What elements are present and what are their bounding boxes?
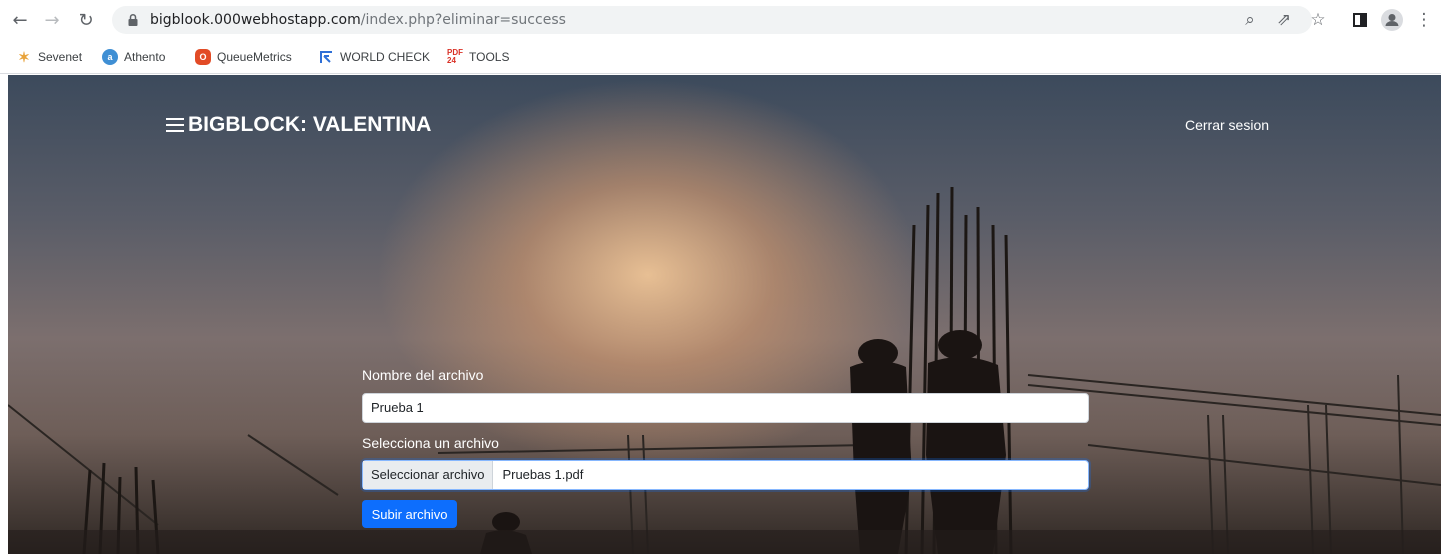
- bookmarks-bar: ✶ Sevenet a Athento O QueueMetrics WORLD…: [0, 40, 1441, 74]
- file-name-label: Nombre del archivo: [362, 367, 484, 383]
- hamburger-menu-icon[interactable]: [166, 116, 186, 134]
- upload-form: Nombre del archivo Prueba 1 Selecciona u…: [362, 367, 1090, 528]
- side-panel-shape: [1353, 13, 1367, 27]
- bookmark-label: TOOLS: [469, 50, 510, 64]
- bookmark-label: Sevenet: [38, 50, 83, 64]
- bookmark-tools[interactable]: PDF 24 TOOLS: [447, 48, 509, 66]
- athento-icon: a: [102, 49, 118, 65]
- choose-file-button[interactable]: Seleccionar archivo: [363, 461, 494, 489]
- side-panel-icon[interactable]: [1348, 8, 1372, 32]
- file-input[interactable]: Seleccionar archivo Pruebas 1.pdf: [362, 460, 1089, 490]
- forward-arrow-icon[interactable]: →: [40, 8, 64, 32]
- upload-button[interactable]: Subir archivo: [362, 500, 457, 528]
- lock-icon: [128, 13, 138, 26]
- bookmark-star-icon[interactable]: ☆: [1306, 8, 1330, 32]
- logout-link[interactable]: Cerrar sesion: [1185, 117, 1269, 133]
- navbar-brand[interactable]: BIGBLOCK: VALENTINA: [166, 113, 431, 137]
- bookmark-athento[interactable]: a Athento: [102, 48, 165, 66]
- bookmark-queuemetrics[interactable]: O QueueMetrics: [195, 48, 292, 66]
- address-bar[interactable]: bigblook.000webhostapp.com/index.php?eli…: [112, 6, 1312, 34]
- file-select-label: Selecciona un archivo: [362, 435, 499, 451]
- bookmark-label: QueueMetrics: [217, 50, 292, 64]
- back-arrow-icon[interactable]: ←: [8, 8, 32, 32]
- zoom-icon[interactable]: ⌕: [1238, 8, 1262, 32]
- browser-toolbar: ← → ↻ bigblook.000webhostapp.com/index.p…: [0, 0, 1441, 40]
- queuemetrics-icon: O: [195, 49, 211, 65]
- avatar-shape: [1381, 9, 1403, 31]
- file-name-input[interactable]: Prueba 1: [362, 393, 1089, 423]
- url-host: bigblook.000webhostapp.com: [150, 12, 361, 28]
- worldcheck-icon: [318, 49, 334, 65]
- reload-icon[interactable]: ↻: [74, 8, 98, 32]
- brand-title: BIGBLOCK: VALENTINA: [188, 113, 432, 136]
- url-text[interactable]: bigblook.000webhostapp.com/index.php?eli…: [150, 12, 566, 28]
- bookmark-label: WORLD CHECK: [340, 50, 431, 64]
- more-menu-icon[interactable]: ⋮: [1412, 8, 1436, 32]
- selected-file-name: Pruebas 1.pdf: [502, 467, 584, 482]
- sevenet-icon: ✶: [18, 48, 30, 65]
- pdf-tools-icon: PDF 24: [447, 48, 463, 65]
- bookmark-label: Athento: [124, 50, 166, 64]
- share-icon[interactable]: ⇗: [1272, 8, 1296, 32]
- url-path: /index.php?eliminar=success: [360, 12, 566, 28]
- bookmark-world-check[interactable]: WORLD CHECK: [318, 48, 430, 66]
- page-content: BIGBLOCK: VALENTINA Cerrar sesion Nombre…: [8, 75, 1441, 554]
- profile-avatar-icon[interactable]: [1380, 8, 1404, 32]
- bookmark-sevenet[interactable]: ✶ Sevenet: [16, 48, 82, 66]
